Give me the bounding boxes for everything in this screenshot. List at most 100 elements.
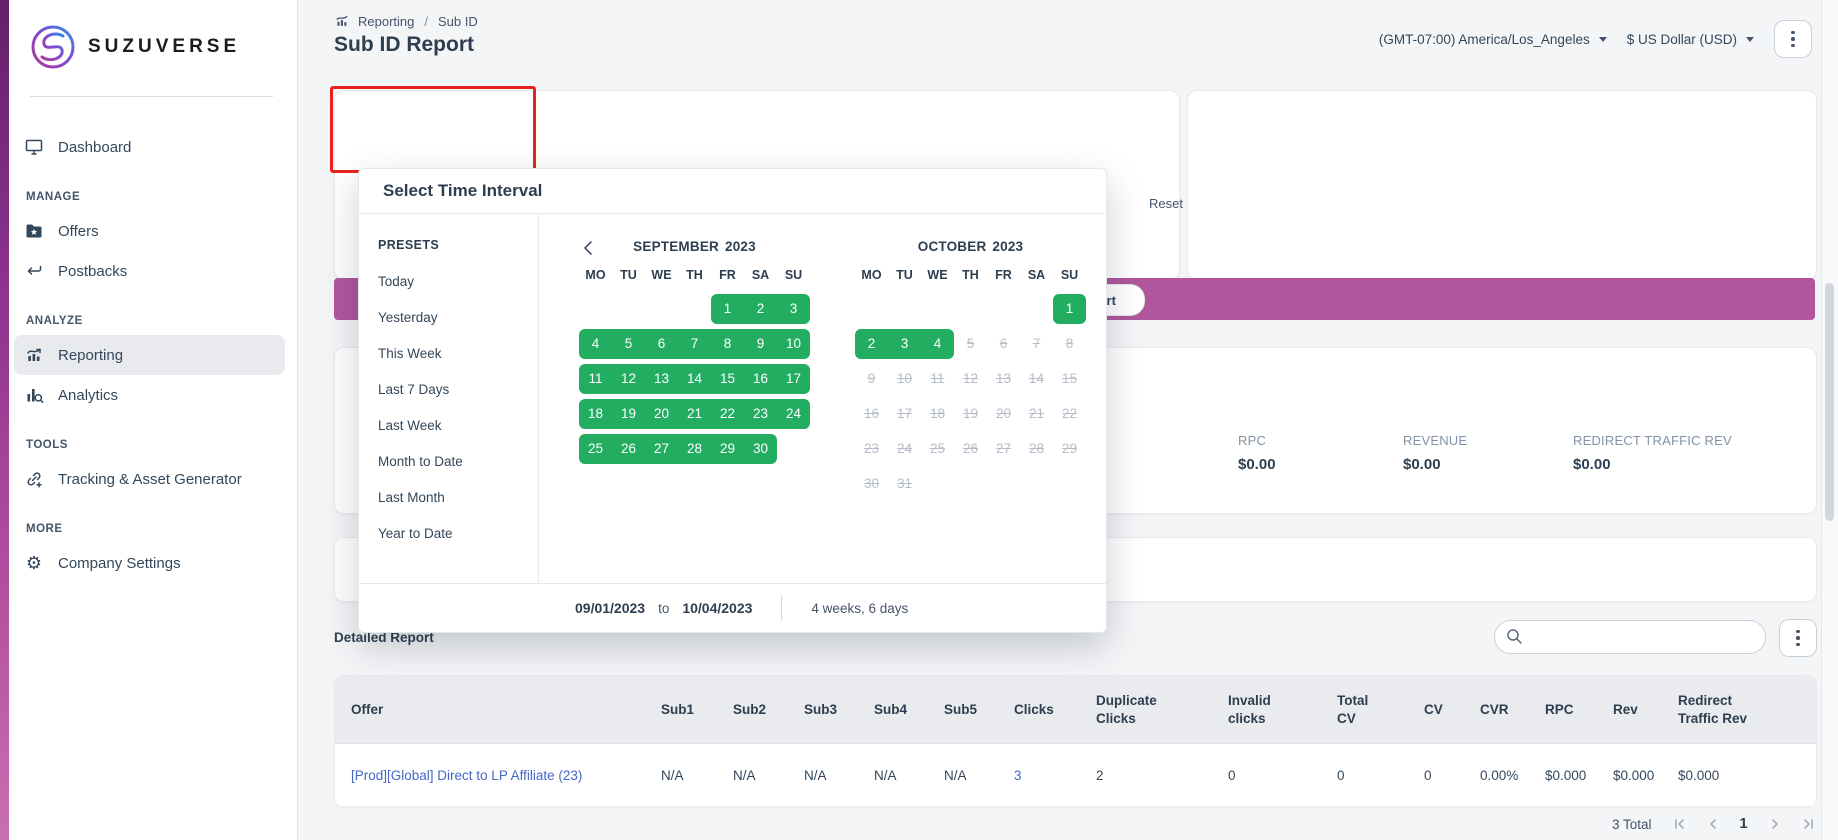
search-input[interactable] (1494, 620, 1766, 654)
sidebar-section-more: MORE (26, 523, 285, 535)
calendar-day[interactable]: 13 (645, 364, 678, 394)
calendar-day[interactable]: 4 (921, 329, 954, 359)
preset-month-to-date[interactable]: Month to Date (378, 452, 538, 472)
preset-today[interactable]: Today (378, 272, 538, 292)
calendar-day[interactable]: 28 (678, 434, 711, 464)
calendar-day[interactable]: 19 (612, 399, 645, 429)
calendar-day[interactable]: 16 (744, 364, 777, 394)
calendar-day[interactable]: 8 (711, 329, 744, 359)
table-kebab-menu-button[interactable] (1779, 619, 1817, 657)
column-header[interactable]: Redirect Traffic Rev (1678, 676, 1816, 743)
calendar-day: 12 (954, 364, 987, 394)
calendar-day[interactable]: 2 (855, 329, 888, 359)
calendar-day[interactable]: 15 (711, 364, 744, 394)
calendar-day[interactable]: 12 (612, 364, 645, 394)
column-header[interactable]: Sub1 (661, 676, 733, 743)
preset-last-7-days[interactable]: Last 7 Days (378, 380, 538, 400)
column-header[interactable]: Duplicate Clicks (1096, 676, 1228, 743)
detailed-report-table: OfferSub1Sub2Sub3Sub4Sub5ClicksDuplicate… (334, 675, 1817, 808)
sidebar-section-analyze: ANALYZE (26, 315, 285, 327)
column-header[interactable]: CVR (1480, 676, 1545, 743)
preset-year-to-date[interactable]: Year to Date (378, 524, 538, 544)
column-header[interactable]: Sub5 (944, 676, 1014, 743)
currency-dropdown[interactable]: $ US Dollar (USD) (1627, 32, 1754, 47)
first-page-button[interactable] (1672, 817, 1686, 831)
column-header[interactable]: Total CV (1337, 676, 1424, 743)
breadcrumb-root[interactable]: Reporting (358, 14, 414, 29)
weekday-label: TH (954, 268, 987, 282)
next-page-button[interactable] (1768, 817, 1782, 831)
weekday-label: SU (777, 268, 810, 282)
calendar-day[interactable]: 3 (888, 329, 921, 359)
current-page[interactable]: 1 (1740, 816, 1748, 832)
calendar-day[interactable]: 29 (711, 434, 744, 464)
calendar-day[interactable]: 10 (777, 329, 810, 359)
calendar-day[interactable]: 11 (579, 364, 612, 394)
calendar-day[interactable]: 7 (678, 329, 711, 359)
calendar-day[interactable]: 18 (579, 399, 612, 429)
column-header[interactable]: Clicks (1014, 676, 1096, 743)
calendar-day[interactable]: 25 (579, 434, 612, 464)
calendar-day[interactable]: 17 (777, 364, 810, 394)
timezone-dropdown[interactable]: (GMT-07:00) America/Los_Angeles (1379, 32, 1607, 47)
preset-last-month[interactable]: Last Month (378, 488, 538, 508)
sidebar-item-reporting[interactable]: Reporting (14, 335, 285, 375)
sidebar-section-manage: MANAGE (26, 191, 285, 203)
calendar-day: 11 (921, 364, 954, 394)
header-kebab-menu-button[interactable] (1774, 20, 1812, 58)
search-icon (1506, 628, 1523, 645)
column-header[interactable]: Offer (335, 676, 661, 743)
calendar-day[interactable]: 1 (1053, 294, 1086, 324)
calendar-day[interactable]: 30 (744, 434, 777, 464)
table-cell: 0.00% (1480, 744, 1545, 806)
prev-page-button[interactable] (1706, 817, 1720, 831)
table-cell: N/A (944, 744, 1014, 806)
calendar-day[interactable]: 14 (678, 364, 711, 394)
preset-yesterday[interactable]: Yesterday (378, 308, 538, 328)
preset-last-week[interactable]: Last Week (378, 416, 538, 436)
offer-link[interactable]: [Prod][Global] Direct to LP Affiliate (2… (335, 744, 661, 806)
column-header[interactable]: CV (1424, 676, 1480, 743)
calendar-day[interactable]: 22 (711, 399, 744, 429)
reset-link[interactable]: Reset (1149, 196, 1183, 211)
weekday-label: SU (1053, 268, 1086, 282)
report-chart-icon (24, 345, 44, 365)
calendar-day[interactable]: 27 (645, 434, 678, 464)
calendar-day[interactable]: 6 (645, 329, 678, 359)
calendar-day[interactable]: 2 (744, 294, 777, 324)
column-header[interactable]: RPC (1545, 676, 1613, 743)
calendar-month-september: SEPTEMBER2023 MOTUWETHFRSASU 12345678910… (579, 239, 810, 464)
sidebar-item-dashboard[interactable]: Dashboard (14, 127, 285, 167)
sidebar-item-company-settings[interactable]: ⚙ Company Settings (14, 543, 285, 583)
sidebar-item-tracking-asset-generator[interactable]: Tracking & Asset Generator (14, 459, 252, 499)
last-page-button[interactable] (1802, 817, 1816, 831)
column-header[interactable]: Sub2 (733, 676, 804, 743)
preset-this-week[interactable]: This Week (378, 344, 538, 364)
sidebar-item-postbacks[interactable]: Postbacks (14, 251, 285, 291)
calendar-day[interactable]: 1 (711, 294, 744, 324)
calendar-day[interactable]: 24 (777, 399, 810, 429)
sidebar-item-analytics[interactable]: Analytics (14, 375, 285, 415)
column-header[interactable]: Rev (1613, 676, 1678, 743)
column-header[interactable]: Sub3 (804, 676, 874, 743)
scrollbar-track[interactable] (1821, 0, 1838, 840)
sidebar-item-offers[interactable]: Offers (14, 211, 285, 251)
calendar-day[interactable]: 20 (645, 399, 678, 429)
brand-logo[interactable]: SUZUVERSE (0, 0, 297, 70)
calendar-day[interactable]: 9 (744, 329, 777, 359)
calendar-day[interactable]: 3 (777, 294, 810, 324)
table-cell[interactable]: 3 (1014, 744, 1096, 806)
stat-label: RPC (1238, 433, 1276, 448)
calendar-day[interactable]: 21 (678, 399, 711, 429)
calendar-day: 14 (1020, 364, 1053, 394)
to-label: to (658, 601, 669, 616)
table-cell: 0 (1228, 744, 1337, 806)
column-header[interactable]: Invalid clicks (1228, 676, 1337, 743)
column-header[interactable]: Sub4 (874, 676, 944, 743)
calendar-day[interactable]: 26 (612, 434, 645, 464)
scrollbar-thumb[interactable] (1825, 283, 1834, 521)
calendar-day[interactable]: 23 (744, 399, 777, 429)
weekday-label: SA (1020, 268, 1053, 282)
calendar-day[interactable]: 5 (612, 329, 645, 359)
calendar-day[interactable]: 4 (579, 329, 612, 359)
